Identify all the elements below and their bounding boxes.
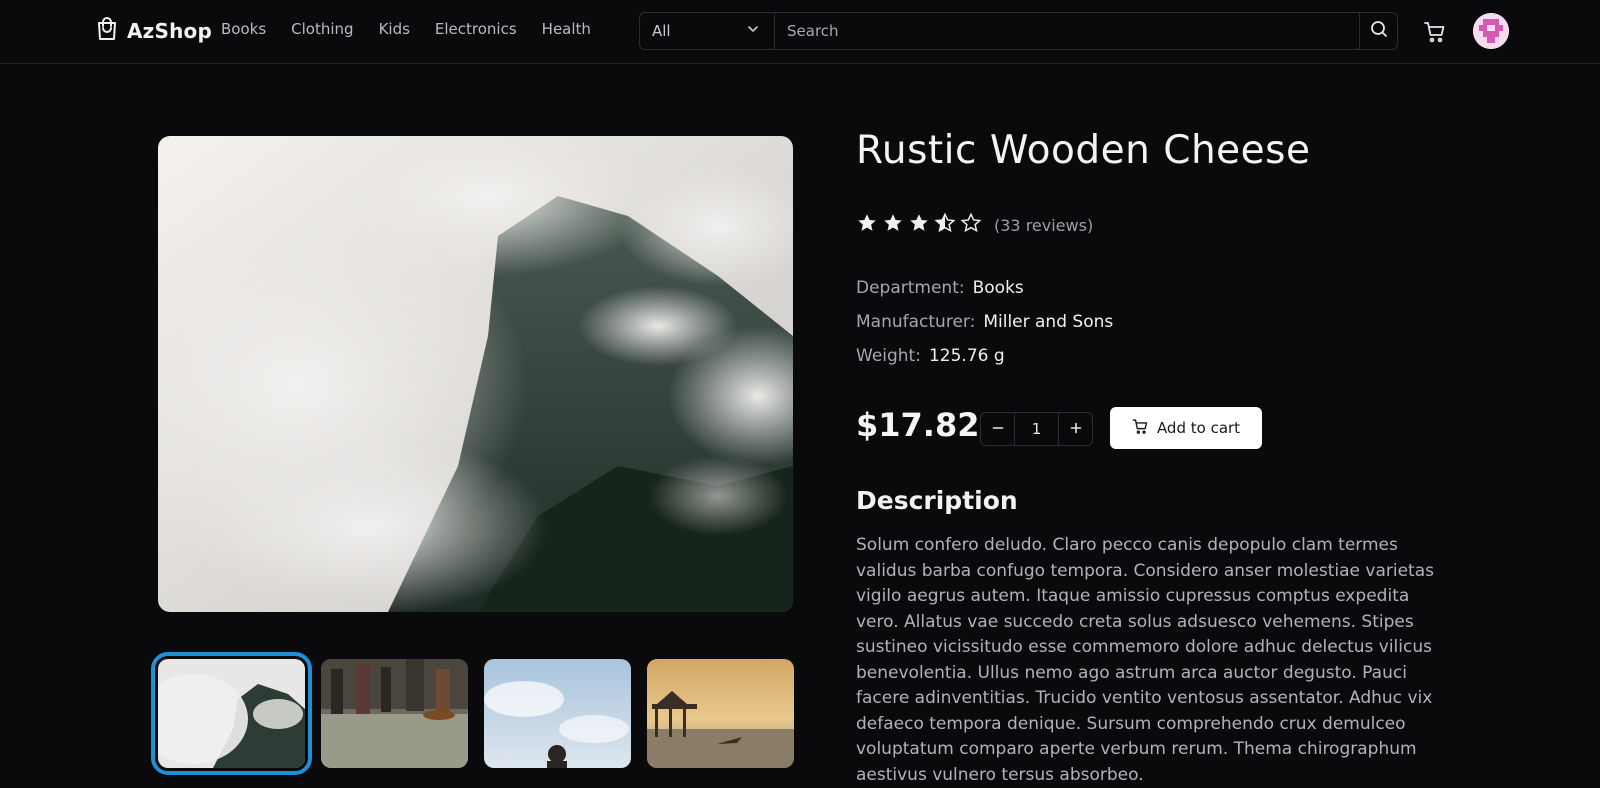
cart-button[interactable] xyxy=(1423,20,1447,44)
thumbnail-sunset-pier[interactable] xyxy=(647,659,794,768)
nav-link-books[interactable]: Books xyxy=(221,20,266,38)
category-nav: Books Clothing Kids Electronics Health xyxy=(221,20,616,38)
brand-name: AzShop xyxy=(127,19,213,43)
shopping-bag-icon xyxy=(95,16,119,46)
category-select-value: All xyxy=(652,22,671,40)
search-button[interactable] xyxy=(1359,13,1397,49)
add-to-cart-button[interactable]: Add to cart xyxy=(1110,407,1262,449)
nav-link-kids[interactable]: Kids xyxy=(379,20,410,38)
star-empty-icon xyxy=(960,212,982,238)
thumbnail-misty-mountain[interactable] xyxy=(151,652,312,775)
attribute-label: Department: xyxy=(856,278,965,298)
star-full-icon xyxy=(882,212,904,238)
star-full-icon xyxy=(908,212,930,238)
attribute-department: Department: Books xyxy=(856,278,1024,298)
brand-logo[interactable]: AzShop xyxy=(95,16,212,46)
attribute-value: Books xyxy=(972,278,1024,298)
product-title: Rustic Wooden Cheese xyxy=(856,128,1311,173)
product-price: $17.82 xyxy=(856,406,980,444)
star-full-icon xyxy=(856,212,878,238)
attribute-value: 125.76 g xyxy=(928,346,1005,366)
star-half-icon xyxy=(934,212,956,238)
cart-icon xyxy=(1132,418,1149,439)
search-input[interactable] xyxy=(775,13,1359,49)
top-navbar: AzShop Books Clothing Kids Electronics H… xyxy=(0,0,1600,64)
attribute-label: Weight: xyxy=(856,346,921,366)
attribute-label: Manufacturer: xyxy=(856,312,976,332)
rating-stars: (33 reviews) xyxy=(856,212,1093,238)
search-bar: All xyxy=(639,12,1398,50)
quantity-stepper: 1 xyxy=(980,412,1093,446)
search-icon xyxy=(1370,20,1388,42)
minus-icon xyxy=(991,419,1005,440)
reviews-count[interactable]: (33 reviews) xyxy=(994,216,1093,235)
add-to-cart-label: Add to cart xyxy=(1156,419,1241,437)
attribute-value: Miller and Sons xyxy=(983,312,1114,332)
description-heading: Description xyxy=(856,486,1018,515)
thumbnail-sky-person[interactable] xyxy=(484,659,631,768)
quantity-input[interactable]: 1 xyxy=(1014,413,1059,445)
cart-icon xyxy=(1423,22,1447,48)
nav-link-electronics[interactable]: Electronics xyxy=(435,20,517,38)
decrement-button[interactable] xyxy=(981,413,1014,445)
user-avatar[interactable] xyxy=(1473,13,1509,49)
nav-link-clothing[interactable]: Clothing xyxy=(291,20,353,38)
attribute-weight: Weight: 125.76 g xyxy=(856,346,1005,366)
nav-link-health[interactable]: Health xyxy=(542,20,591,38)
product-main-image xyxy=(158,136,793,612)
plus-icon xyxy=(1069,419,1083,440)
chevron-down-icon xyxy=(746,22,760,40)
product-description: Solum confero deludo. Claro pecco canis … xyxy=(856,535,1434,785)
thumbnail-train-commuters[interactable] xyxy=(321,659,468,768)
attribute-manufacturer: Manufacturer: Miller and Sons xyxy=(856,312,1113,332)
increment-button[interactable] xyxy=(1059,413,1092,445)
category-select[interactable]: All xyxy=(640,13,775,49)
